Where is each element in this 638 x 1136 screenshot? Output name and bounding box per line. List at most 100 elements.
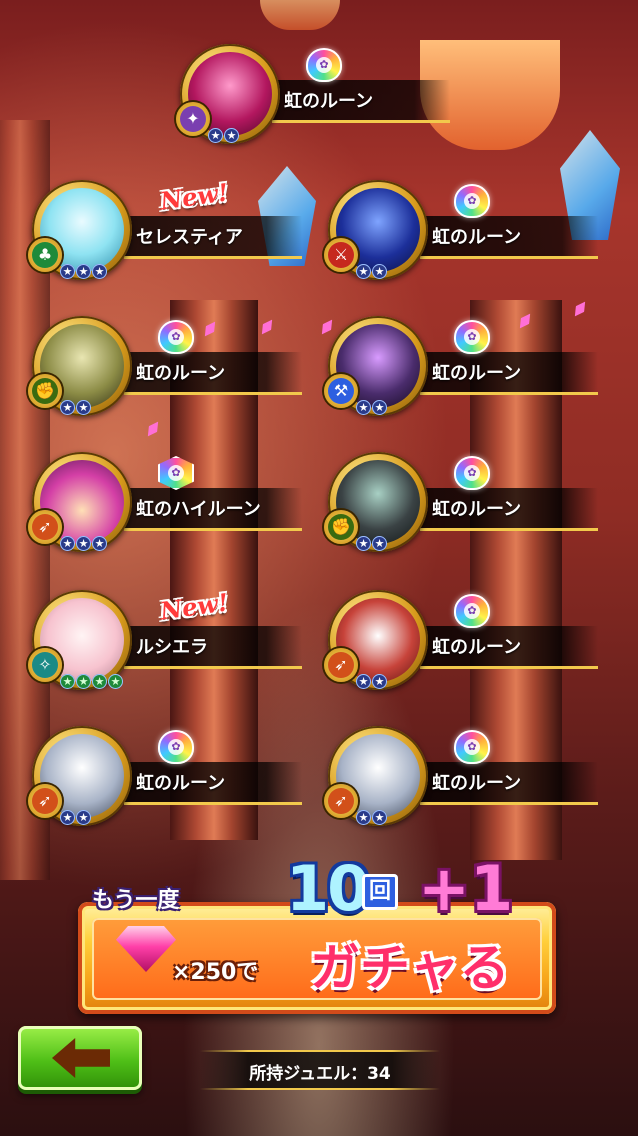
reward-slot[interactable]: 虹のルーン ⚒ ★ ★ ✿ [324,316,618,416]
reward-slot[interactable]: 虹のルーン ✦ ★ ★ ✿ [176,44,470,144]
star-icon: ★ [92,536,107,551]
reward-portrait: ✦ ★ ★ [176,44,280,144]
star-icon: ★ [356,400,371,415]
bow-icon: ➶ [28,510,62,544]
reward-name: 虹のルーン [432,499,522,520]
back-button[interactable] [18,1026,142,1090]
star-icon: ★ [92,264,107,279]
rainbow-rune-icon: ✿ [158,730,194,764]
reward-slot[interactable]: ルシエラ ✧ ★ ★ ★ ★ New! [28,587,322,690]
reward-slot[interactable]: 虹のルーン ✊ ★ ★ ✿ [324,452,618,552]
star-icon: ★ [60,810,75,825]
reward-slot[interactable]: 虹のルーン ➶ ★ ★ ✿ [324,590,618,690]
reward-name-bar: 虹のルーン [420,352,598,395]
bow-icon: ➶ [28,784,62,818]
star-icon: ★ [60,400,75,415]
reward-portrait: ➶ ★ ★ [28,726,132,826]
class-glyph: ⚔ [328,242,354,268]
rune-core: ✿ [464,329,480,345]
class-glyph: ✧ [32,652,58,678]
rainbow-rune-icon: ✿ [158,456,194,490]
again-label: もう一度 [92,888,180,913]
star-icon: ★ [76,536,91,551]
fist-icon: ✊ [28,374,62,408]
ceiling-lamp [260,0,340,30]
star-icon: ★ [356,674,371,689]
reward-name-bar: 虹のルーン [420,762,598,805]
class-glyph: ➶ [32,514,58,540]
star-icon: ★ [76,810,91,825]
rainbow-rune-icon: ✿ [454,456,490,490]
new-badge: New! [158,587,231,626]
reward-name: 虹のルーン [432,773,522,794]
star-icon: ★ [108,674,123,689]
new-badge: New! [158,177,231,216]
rarity-stars: ★ ★ [60,400,91,416]
class-glyph: ⚒ [328,378,354,404]
times-label: 回 [362,874,398,910]
rune-core: ✿ [464,739,480,755]
reward-slot[interactable]: セレスティア ♣ ★ ★ ★ New! [28,177,322,280]
rune-core: ✿ [464,465,480,481]
class-glyph: ➶ [328,652,354,678]
owned-jewels: 所持ジュエル：34 [200,1050,440,1090]
reward-name: 虹のルーン [136,773,226,794]
reward-slot[interactable]: 虹のルーン ✊ ★ ★ ✿ [28,316,322,416]
draw-count: 10 [286,852,370,925]
reward-name: 虹のルーン [136,363,226,384]
class-glyph: ✊ [328,514,354,540]
rune-core: ✿ [464,193,480,209]
bow-icon: ➶ [324,648,358,682]
fist-icon: ✊ [324,510,358,544]
reward-portrait: ✧ ★ ★ ★ ★ [28,590,132,690]
rainbow-rune-icon: ✿ [454,594,490,628]
star-icon: ★ [76,264,91,279]
reward-name: 虹のルーン [432,363,522,384]
class-glyph: ➶ [328,788,354,814]
star-icon: ★ [372,810,387,825]
class-glyph: ♣ [32,242,58,268]
class-glyph: ➶ [32,788,58,814]
reward-name: 虹のルーン [432,227,522,248]
rainbow-rune-icon: ✿ [158,320,194,354]
gacha-action-label: ガチャる [310,939,510,997]
class-glyph: ✊ [32,378,58,404]
star-icon: ★ [372,674,387,689]
reward-name-bar: 虹のルーン [124,352,302,395]
rarity-stars: ★ ★ [208,128,239,144]
star-icon: ★ [356,536,371,551]
rune-core: ✿ [168,739,184,755]
reward-slot[interactable]: 虹のルーン ➶ ★ ★ ✿ [324,726,618,826]
rainbow-rune-icon: ✿ [454,730,490,764]
star-icon: ★ [208,128,223,143]
star-icon: ★ [76,400,91,415]
star-icon: ★ [372,536,387,551]
reward-portrait: ➶ ★ ★ [324,590,428,690]
reward-name-bar: 虹のルーン [420,626,598,669]
rarity-stars: ★ ★ [60,810,91,826]
reward-name: 虹のルーン [432,637,522,658]
rainbow-rune-icon: ✿ [454,320,490,354]
class-glyph: ✦ [180,106,206,132]
sparkle-shard [144,419,163,439]
reward-portrait: ✊ ★ ★ [28,316,132,416]
rune-core: ✿ [168,329,184,345]
reward-slot[interactable]: 虹のハイルーン ➶ ★ ★ ★ ✿ [28,452,322,552]
reward-name: 虹のルーン [284,91,374,112]
reward-slot[interactable]: 虹のルーン ➶ ★ ★ ✿ [28,726,322,826]
reward-portrait: ➶ ★ ★ [324,726,428,826]
cost-label: ×250で [172,960,259,985]
rainbow-rune-icon: ✿ [306,48,342,82]
divider [200,1088,440,1090]
star-icon: ★ [356,810,371,825]
reward-portrait: ⚒ ★ ★ [324,316,428,416]
rune-core: ✿ [316,57,332,73]
reward-name-bar: 虹のルーン [272,80,450,123]
reward-portrait: ✊ ★ ★ [324,452,428,552]
rarity-stars: ★ ★ [356,810,387,826]
divider [200,1050,440,1052]
rarity-stars: ★ ★ ★ [60,536,107,552]
owned-jewels-label: 所持ジュエル：34 [249,1064,391,1084]
reward-slot[interactable]: 虹のルーン ⚔ ★ ★ ✿ [324,180,618,280]
reward-name-bar: ルシエラ [124,626,302,669]
